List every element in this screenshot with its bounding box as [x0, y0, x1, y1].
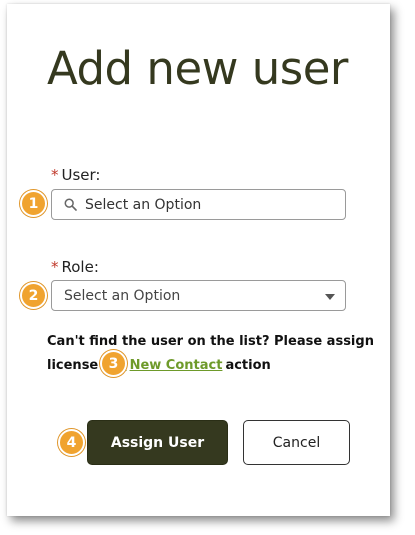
required-marker: *	[51, 166, 59, 184]
cancel-button-label: Cancel	[272, 434, 321, 451]
role-label-text: Role:	[61, 258, 99, 276]
dialog-title: Add new user	[47, 42, 348, 95]
assign-user-button[interactable]: Assign User	[87, 420, 228, 465]
callout-badge-1: 1	[20, 190, 47, 217]
help-text-line-2: license gNew Contactaction	[47, 354, 367, 378]
callout-badge-3: 3	[100, 350, 127, 377]
caret-down-icon	[325, 293, 335, 300]
role-select-dropdown[interactable]: Select an Option	[51, 280, 346, 311]
new-contact-link[interactable]: gNew Contact	[117, 358, 223, 373]
required-marker: *	[51, 258, 59, 276]
help-text: Can't find the user on the list? Please …	[47, 330, 374, 378]
assign-user-button-label: Assign User	[110, 434, 205, 451]
help-text-suffix: action	[225, 358, 271, 373]
user-input-placeholder: Select an Option	[85, 196, 202, 213]
user-field-label: * User:	[51, 166, 100, 184]
add-user-dialog: Add new user * User: Select an Option * Ro…	[7, 4, 390, 516]
role-field-label: * Role:	[51, 258, 99, 276]
cancel-button[interactable]: Cancel	[243, 420, 350, 465]
search-icon	[63, 198, 77, 212]
callout-badge-4: 4	[58, 429, 85, 456]
callout-badge-2: 2	[20, 282, 47, 309]
role-select-placeholder: Select an Option	[64, 287, 181, 304]
help-text-line-1: Can't find the user on the list? Please …	[47, 334, 374, 349]
user-label-text: User:	[61, 166, 101, 184]
user-select-input[interactable]: Select an Option	[51, 189, 346, 220]
new-contact-link-label: New Contact	[129, 358, 223, 373]
help-text-prefix: license	[47, 358, 99, 373]
